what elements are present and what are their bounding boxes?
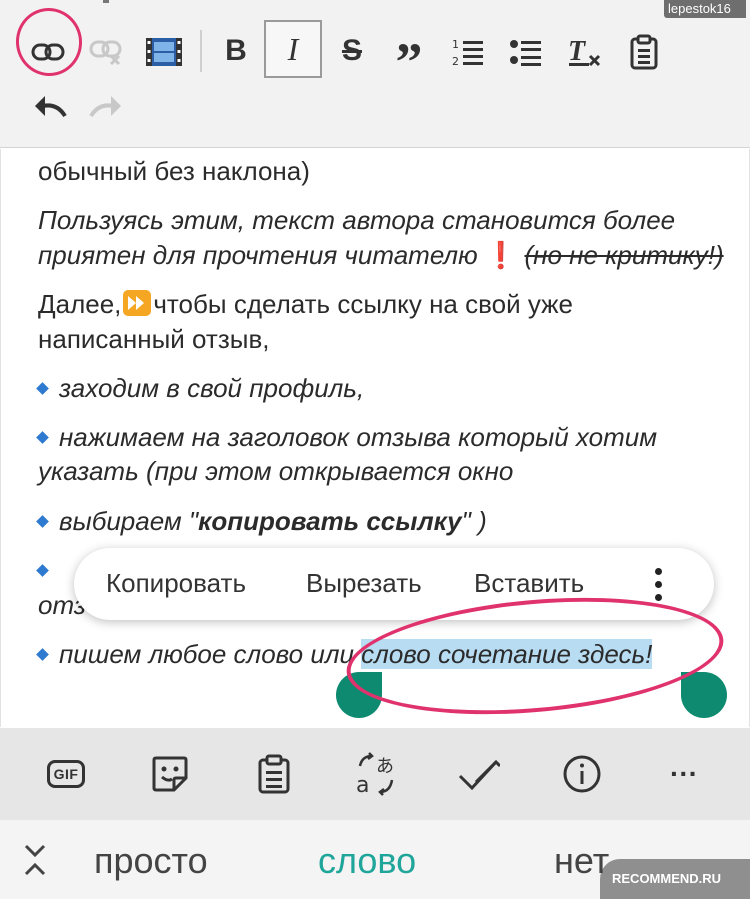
collapse-keyboard-button[interactable] [22, 842, 48, 878]
clear-format-icon: T [568, 36, 601, 67]
paste-menu-item[interactable]: Вставить [474, 568, 584, 599]
diamond-bullet-icon [36, 515, 49, 528]
quote-button[interactable]: ” [386, 26, 432, 89]
text-line: Пользуясь этим, текст автора становится … [38, 205, 676, 235]
svg-text:1: 1 [452, 38, 459, 51]
gif-button[interactable]: GIF [38, 746, 94, 802]
svg-text:あ: あ [376, 756, 394, 777]
info-button[interactable] [554, 746, 610, 802]
strikethrough-button[interactable]: S [330, 28, 374, 74]
strikethrough-text: (но не критику!) [524, 240, 724, 270]
clipboard-button[interactable] [246, 746, 302, 802]
list-item-text: нажимаем на заголовок отзыва который хот… [59, 422, 658, 452]
translate-button[interactable]: aあ [348, 746, 404, 802]
translate-icon: aあ [356, 752, 394, 796]
sticker-button[interactable] [142, 746, 198, 802]
list-item: выбираем "копировать ссылку" ) [20, 504, 487, 538]
formatting-toolbar: lepestok16 B I S ” 12 T [0, 0, 750, 148]
list-item: нажимаем на заголовок отзыва который хот… [20, 420, 657, 454]
redo-button[interactable] [86, 90, 126, 124]
chevron-collapse-icon [24, 844, 46, 876]
redo-arrow-icon [89, 96, 121, 118]
status-indicator [103, 0, 109, 3]
bold-text: копировать ссылку [198, 506, 462, 536]
text-fragment: Далее, [38, 289, 122, 319]
diamond-bullet-icon [36, 648, 49, 661]
unlink-icon [89, 40, 122, 65]
username-label: lepestok16 [664, 0, 746, 18]
diamond-bullet-icon [36, 431, 49, 444]
text-line: Далее, чтобы сделать ссылку на свой уже [38, 287, 573, 321]
svg-text:2: 2 [452, 55, 459, 67]
bulleted-list-icon [510, 40, 541, 66]
toolbar-separator [200, 30, 202, 72]
bulleted-list-button[interactable] [506, 32, 546, 72]
suggestion-word-primary[interactable]: слово [318, 840, 416, 882]
undo-arrow-icon [35, 96, 67, 118]
word-suggestions-bar: просто слово нет RECOMMEND.RU [0, 820, 750, 899]
video-button[interactable] [144, 32, 184, 72]
clipboard-icon [258, 754, 290, 794]
spellcheck-button[interactable] [450, 746, 506, 802]
sticker-icon [152, 756, 188, 792]
fast-forward-emoji-icon [123, 290, 152, 316]
more-options-icon[interactable] [652, 564, 664, 604]
text-line: обычный без наклона) [38, 156, 310, 186]
text-fragment: приятен для прочтения читателю [38, 240, 485, 270]
selection-end-handle[interactable] [681, 672, 727, 718]
video-film-icon [146, 38, 182, 66]
watermark: RECOMMEND.RU [600, 859, 750, 899]
list-item [20, 553, 59, 587]
exclamation-emoji: ❗ [484, 240, 518, 270]
spellcheck-icon [458, 759, 500, 791]
clipboard-icon [630, 34, 658, 70]
italic-button[interactable]: I [264, 20, 322, 78]
list-item-text: " ) [461, 506, 487, 536]
cut-menu-item[interactable]: Вырезать [306, 568, 422, 599]
numbered-list-icon: 12 [452, 38, 483, 67]
unlink-button[interactable] [84, 30, 128, 74]
copy-menu-item[interactable]: Копировать [106, 568, 246, 599]
text-line: приятен для прочтения читателю ❗ (но не … [38, 238, 724, 272]
list-item: заходим в свой профиль, [20, 371, 364, 405]
more-button[interactable]: ··· [656, 746, 712, 802]
numbered-list-button[interactable]: 12 [448, 32, 488, 72]
svg-text:a: a [356, 773, 369, 796]
clear-format-button[interactable]: T [564, 30, 604, 74]
list-item-text: пишем любое слово или [59, 639, 354, 669]
text-line: указать (при этом открывается окно [38, 456, 514, 486]
suggestion-word[interactable]: просто [94, 840, 208, 882]
diamond-bullet-icon [36, 564, 49, 577]
list-item-text: заходим в свой профиль, [59, 373, 365, 403]
bold-button[interactable]: B [214, 28, 258, 74]
gif-icon: GIF [46, 760, 86, 788]
ellipsis-icon: ··· [670, 758, 698, 789]
diamond-bullet-icon [36, 382, 49, 395]
annotation-circle-link [10, 2, 88, 82]
undo-button[interactable] [30, 90, 70, 124]
quote-icon: ” [395, 32, 423, 92]
text-fragment: чтобы сделать ссылку на свой уже [153, 289, 573, 319]
text-line: написанный отзыв, [38, 324, 270, 354]
paste-button[interactable] [624, 30, 664, 74]
info-icon [563, 755, 601, 793]
svg-text:T: T [568, 36, 587, 67]
list-item-text: выбираем " [59, 506, 199, 536]
keyboard-toolbar: GIF aあ ··· [0, 728, 750, 820]
